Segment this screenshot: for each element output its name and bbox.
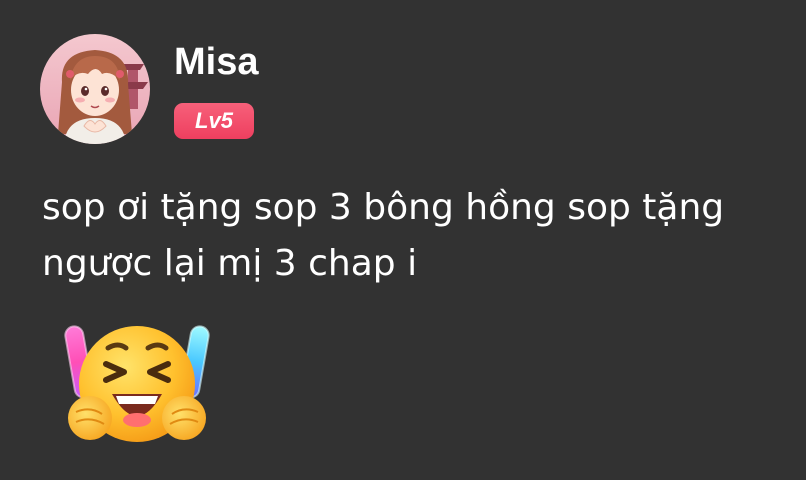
anime-girl-avatar-icon [40, 34, 150, 144]
user-avatar[interactable] [40, 34, 150, 144]
comment-text: sop ơi tặng sop 3 bông hồng sop tặng ngư… [42, 187, 725, 284]
sticker[interactable] [62, 312, 212, 462]
username[interactable]: Misa [174, 40, 258, 84]
level-badge: Lv5 [174, 103, 254, 139]
comment-card: Misa Lv5 sop ơi tặng sop 3 bông hồng sop… [0, 0, 806, 480]
cheering-face-with-glowsticks-icon [64, 325, 210, 442]
